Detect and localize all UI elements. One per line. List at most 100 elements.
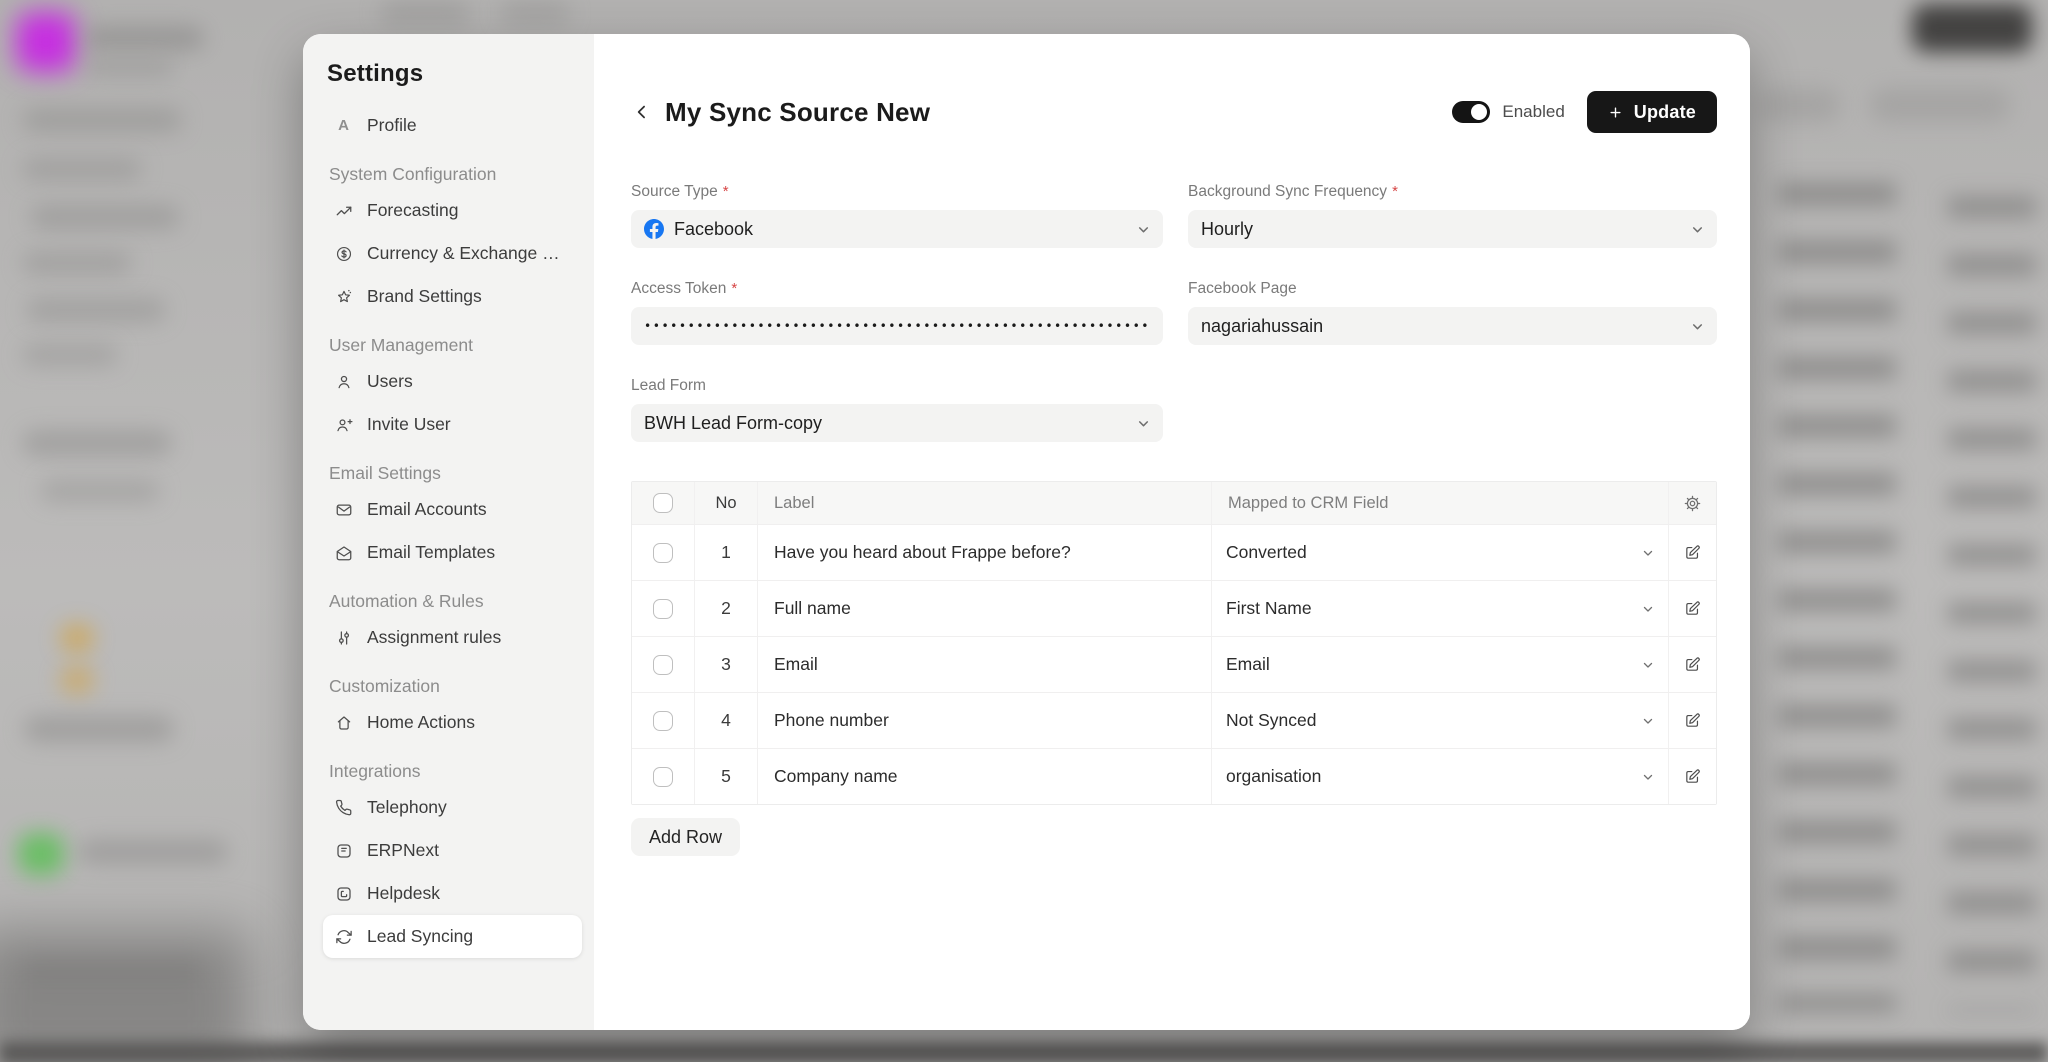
- source-type-field: Source Type* Facebook: [631, 183, 1163, 248]
- mapped-field-select[interactable]: Converted: [1211, 525, 1668, 580]
- backdrop-blob: [40, 480, 160, 502]
- helpdesk-logo-icon: [333, 885, 354, 903]
- row-checkbox[interactable]: [653, 599, 673, 619]
- row-label: Full name: [774, 598, 851, 619]
- mapped-field-value: Converted: [1226, 542, 1307, 563]
- mapped-field-select[interactable]: First Name: [1211, 581, 1668, 636]
- edit-icon: [1684, 768, 1701, 785]
- toggle-knob: [1471, 104, 1487, 120]
- column-header-mapped: Mapped to CRM Field: [1211, 482, 1668, 524]
- backdrop-list-column: [1778, 182, 1896, 1012]
- phone-icon: [333, 799, 354, 817]
- sidebar-item-forecasting[interactable]: Forecasting: [323, 189, 582, 232]
- mapped-field-select[interactable]: organisation: [1211, 749, 1668, 804]
- sidebar-item-erpnext[interactable]: ERPNext: [323, 829, 582, 872]
- backdrop-blob: [22, 252, 132, 274]
- backdrop-logo-blob: [16, 12, 76, 72]
- sidebar-item-email-templates[interactable]: Email Templates: [323, 531, 582, 574]
- facebook-page-select[interactable]: nagariahussain: [1188, 307, 1717, 345]
- edit-row-button[interactable]: [1668, 525, 1716, 580]
- sidebar-item-label: Home Actions: [367, 712, 475, 733]
- backdrop-blob: [84, 58, 174, 76]
- sidebar-item-currency-exchange[interactable]: Currency & Exchange Ra...: [323, 232, 582, 275]
- update-button-label: Update: [1634, 102, 1696, 123]
- enabled-toggle-label: Enabled: [1502, 102, 1564, 122]
- user-icon: [333, 373, 354, 391]
- trending-up-icon: [333, 202, 354, 220]
- sidebar-item-label: Email Accounts: [367, 499, 487, 520]
- dollar-circle-icon: [333, 245, 354, 263]
- sidebar-item-helpdesk[interactable]: Helpdesk: [323, 872, 582, 915]
- sidebar-item-assignment-rules[interactable]: Assignment rules: [323, 616, 582, 659]
- row-label: Have you heard about Frappe before?: [774, 542, 1071, 563]
- source-type-value: Facebook: [674, 219, 753, 240]
- envelope-icon: [333, 501, 354, 519]
- back-button[interactable]: [627, 97, 657, 127]
- row-checkbox-cell: [632, 581, 694, 636]
- access-token-input[interactable]: ••••••••••••••••••••••••••••••••••••••••…: [631, 307, 1163, 345]
- edit-icon: [1684, 656, 1701, 673]
- sidebar-item-label: Forecasting: [367, 200, 458, 221]
- source-type-select[interactable]: Facebook: [631, 210, 1163, 248]
- enabled-toggle[interactable]: [1452, 101, 1490, 123]
- sidebar-item-email-accounts[interactable]: Email Accounts: [323, 488, 582, 531]
- edit-row-button[interactable]: [1668, 581, 1716, 636]
- chevron-down-icon: [1642, 715, 1654, 727]
- edit-row-button[interactable]: [1668, 637, 1716, 692]
- page-title: My Sync Source New: [665, 97, 930, 128]
- lead-form-select[interactable]: BWH Lead Form-copy: [631, 404, 1163, 442]
- gear-icon: [1684, 495, 1701, 512]
- home-icon: [333, 714, 354, 732]
- mapped-field-value: Email: [1226, 654, 1270, 675]
- sidebar-item-users[interactable]: Users: [323, 360, 582, 403]
- sidebar-item-label: Brand Settings: [367, 286, 482, 307]
- backdrop-button-blob: [1912, 4, 2032, 52]
- sidebar-item-telephony[interactable]: Telephony: [323, 786, 582, 829]
- required-asterisk: *: [1392, 183, 1398, 200]
- chevron-down-icon: [1137, 417, 1150, 430]
- mapped-field-value: Not Synced: [1226, 710, 1316, 731]
- table-settings-button[interactable]: [1668, 482, 1716, 524]
- row-number: 4: [694, 693, 757, 748]
- edit-row-button[interactable]: [1668, 749, 1716, 804]
- row-checkbox-cell: [632, 693, 694, 748]
- sidebar-item-label: Lead Syncing: [367, 926, 473, 947]
- add-row-button[interactable]: Add Row: [631, 818, 740, 856]
- facebook-page-field: Facebook Page nagariahussain: [1188, 280, 1717, 345]
- edit-row-button[interactable]: [1668, 693, 1716, 748]
- field-label: Source Type*: [631, 183, 1163, 201]
- row-checkbox[interactable]: [653, 655, 673, 675]
- sidebar-item-label: Assignment rules: [367, 627, 501, 648]
- row-checkbox[interactable]: [653, 711, 673, 731]
- mapped-field-select[interactable]: Not Synced: [1211, 693, 1668, 748]
- row-checkbox[interactable]: [653, 767, 673, 787]
- update-button[interactable]: Update: [1587, 91, 1717, 133]
- backdrop-blob: [500, 2, 570, 24]
- avatar-initial-icon: A: [333, 117, 354, 134]
- lead-sync-source-panel: My Sync Source New Enabled Update Source…: [594, 34, 1750, 1030]
- sidebar-item-label: Users: [367, 371, 413, 392]
- backdrop-blob: [380, 2, 470, 24]
- mapped-field-select[interactable]: Email: [1211, 637, 1668, 692]
- sidebar-section-customization: Customization: [323, 672, 582, 701]
- sidebar-item-brand-settings[interactable]: Brand Settings: [323, 275, 582, 318]
- sidebar-item-profile[interactable]: A Profile: [323, 104, 582, 147]
- plus-icon: [1608, 105, 1623, 120]
- chevron-down-icon: [1642, 771, 1654, 783]
- table-header-row: No Label Mapped to CRM Field: [632, 482, 1716, 524]
- field-label: Background Sync Frequency*: [1188, 183, 1717, 201]
- sidebar-item-label: Invite User: [367, 414, 451, 435]
- sidebar-section-automation-rules: Automation & Rules: [323, 587, 582, 616]
- sidebar-item-label: Email Templates: [367, 542, 495, 563]
- sidebar-section-system-configuration: System Configuration: [323, 160, 582, 189]
- sidebar-item-invite-user[interactable]: Invite User: [323, 403, 582, 446]
- backdrop-blob: [22, 108, 182, 132]
- sync-frequency-select[interactable]: Hourly: [1188, 210, 1717, 248]
- required-asterisk: *: [731, 280, 737, 297]
- select-all-checkbox[interactable]: [653, 493, 673, 513]
- sliders-vertical-icon: [333, 629, 354, 647]
- sidebar-item-home-actions[interactable]: Home Actions: [323, 701, 582, 744]
- sync-icon: [333, 928, 354, 946]
- sidebar-item-lead-syncing[interactable]: Lead Syncing: [323, 915, 582, 958]
- row-checkbox[interactable]: [653, 543, 673, 563]
